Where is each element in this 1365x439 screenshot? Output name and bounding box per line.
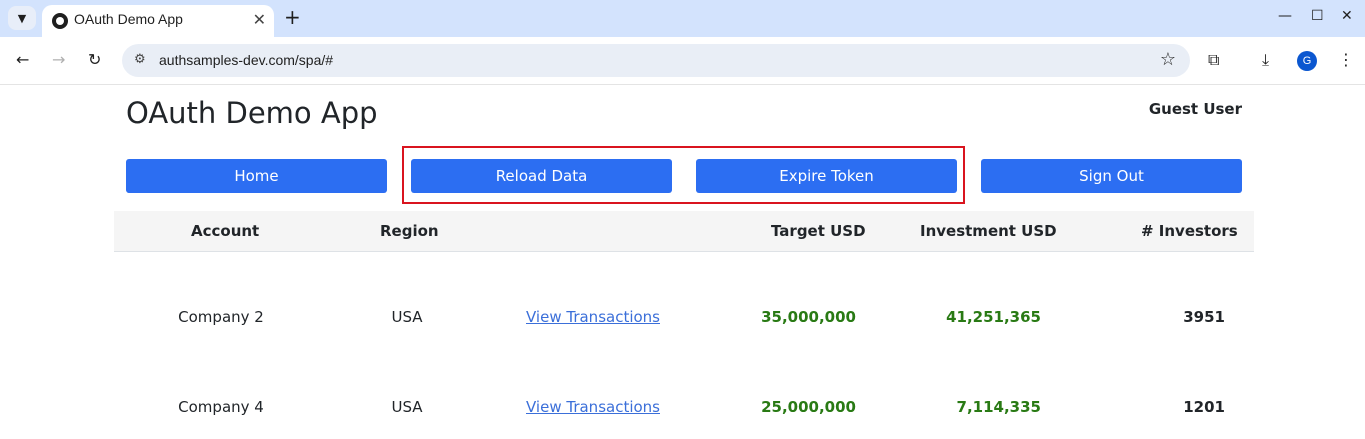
window-close-icon[interactable]: ✕ <box>1341 8 1353 24</box>
investment-cell: 41,251,365 <box>946 308 1041 326</box>
maximize-icon[interactable]: ☐ <box>1311 8 1324 24</box>
investors-cell: 1201 <box>1183 398 1225 416</box>
header-investment: Investment USD <box>920 222 1057 240</box>
forward-icon[interactable]: → <box>52 50 65 70</box>
bookmark-star-icon[interactable]: ☆ <box>1160 49 1176 70</box>
avatar-letter: G <box>1302 55 1312 67</box>
region-cell: USA <box>391 398 423 416</box>
header-region: Region <box>380 222 439 240</box>
account-cell: Company 4 <box>178 398 264 416</box>
browser-toolbar: ← → ↻ ⚙ authsamples-dev.com/spa/# ☆ ⧉ ⤓ … <box>0 37 1365 85</box>
favicon-icon <box>52 13 68 29</box>
avatar[interactable]: G <box>1297 51 1317 71</box>
menu-icon[interactable]: ⋮ <box>1338 50 1354 69</box>
target-cell: 25,000,000 <box>761 398 856 416</box>
sign-out-button[interactable]: Sign Out <box>981 159 1242 193</box>
back-icon[interactable]: ← <box>16 50 29 70</box>
header-investors: # Investors <box>1141 222 1238 240</box>
table-header: Account Region Target USD Investment USD… <box>114 211 1254 252</box>
target-cell: 35,000,000 <box>761 308 856 326</box>
tab-search-button[interactable]: ▼ <box>8 6 36 30</box>
reload-icon[interactable]: ↻ <box>88 50 101 70</box>
page-title: OAuth Demo App <box>126 96 378 130</box>
address-bar[interactable]: ⚙ authsamples-dev.com/spa/# ☆ <box>122 44 1190 77</box>
view-transactions-link[interactable]: View Transactions <box>526 308 660 326</box>
minimize-icon[interactable]: — <box>1278 8 1292 24</box>
header-target: Target USD <box>771 222 866 240</box>
expire-token-button[interactable]: Expire Token <box>696 159 957 193</box>
tab-title: OAuth Demo App <box>74 11 183 27</box>
url-text[interactable]: authsamples-dev.com/spa/# <box>159 52 333 68</box>
user-name: Guest User <box>1148 100 1242 118</box>
new-tab-icon[interactable]: + <box>284 7 301 27</box>
home-button[interactable]: Home <box>126 159 387 193</box>
reload-data-button[interactable]: Reload Data <box>411 159 672 193</box>
investors-cell: 3951 <box>1183 308 1225 326</box>
investment-cell: 7,114,335 <box>956 398 1041 416</box>
account-cell: Company 2 <box>178 308 264 326</box>
region-cell: USA <box>391 308 423 326</box>
view-transactions-link[interactable]: View Transactions <box>526 398 660 416</box>
extensions-icon[interactable]: ⧉ <box>1208 50 1219 70</box>
tab-strip: ▼ OAuth Demo App ✕ + — ☐ ✕ <box>0 0 1365 37</box>
browser-tab[interactable]: OAuth Demo App ✕ <box>42 5 274 37</box>
site-info-icon[interactable]: ⚙ <box>134 52 146 67</box>
download-icon[interactable]: ⤓ <box>1262 50 1269 70</box>
chevron-down-icon: ▼ <box>17 11 27 25</box>
header-account: Account <box>191 222 260 240</box>
page-content: OAuth Demo App Guest User Home Reload Da… <box>0 86 1365 439</box>
close-icon[interactable]: ✕ <box>253 10 266 30</box>
